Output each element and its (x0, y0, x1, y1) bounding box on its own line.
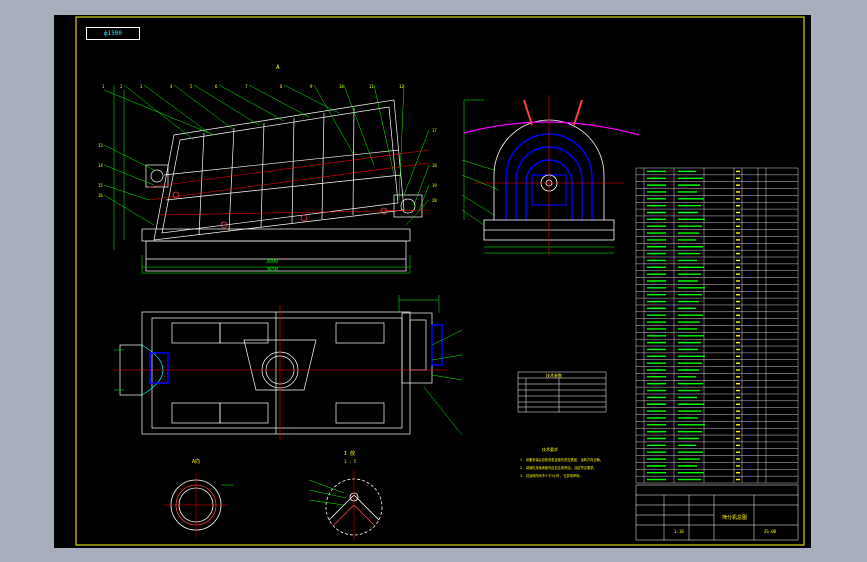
plan-centerlines (114, 305, 449, 440)
view-label-a: A (276, 64, 280, 71)
parts-list (635, 167, 799, 484)
svg-text:16: 16 (98, 193, 103, 198)
svg-text:18: 18 (432, 163, 437, 168)
spring-marks (172, 191, 388, 229)
main-centerlines (148, 149, 430, 216)
main-dimensions (103, 84, 430, 274)
tech-req-line-2: 2. 减速机及轴承座内应加注润滑油, 油位符合要求。 (520, 465, 597, 470)
drawing-sheet: ф1500 A 3650 3000 1 2 3 4 5 6 7 8 9 10 1… (54, 15, 811, 548)
svg-text:9: 9 (310, 84, 313, 89)
svg-text:19: 19 (432, 183, 437, 188)
parameter-table: 技术参数 (517, 371, 607, 413)
svg-text:17: 17 (432, 128, 437, 133)
param-table-title: 技术参数 (546, 372, 562, 378)
callout-labels: 123 456 789 10 11 12 131415 161718 1920 (98, 84, 437, 203)
detail-b: I 放 1 : 5 (308, 450, 383, 540)
svg-text:15: 15 (98, 183, 103, 188)
svg-text:5: 5 (190, 84, 193, 89)
dim-bottom-sub: 3000 (266, 259, 278, 265)
detail-a: A向 (164, 458, 234, 537)
svg-text:3: 3 (140, 84, 143, 89)
svg-text:14: 14 (98, 163, 103, 168)
svg-text:4: 4 (170, 84, 173, 89)
title-block-code: ZS-00 (764, 529, 777, 534)
plan-view (119, 311, 433, 435)
plan-blue-parts (149, 324, 443, 384)
svg-text:13: 13 (98, 143, 103, 148)
tech-req-line-1: 1. 设备安装后应检查各连接件是否紧固, 运转方向正确。 (520, 457, 603, 462)
svg-text:12: 12 (399, 84, 404, 89)
svg-text:2: 2 (120, 84, 123, 89)
dim-bottom: 3650 (266, 267, 278, 273)
main-dimension-numbers: 3650 3000 (266, 259, 278, 273)
svg-text:1: 1 (102, 84, 105, 89)
title-block-name: 筛分机总图 (722, 514, 747, 521)
svg-text:6: 6 (215, 84, 218, 89)
tech-requirements: 技术要求 1. 设备安装后应检查各连接件是否紧固, 运转方向正确。 2. 减速机… (520, 446, 603, 478)
side-section-view (463, 99, 640, 241)
svg-text:11: 11 (369, 84, 374, 89)
svg-text:7: 7 (245, 84, 248, 89)
svg-text:20: 20 (432, 198, 437, 203)
section-b-label: I 放 (344, 450, 355, 457)
main-elevation-view: A (141, 64, 423, 272)
tech-req-title: 技术要求 (542, 446, 558, 452)
section-b-scale: 1 : 5 (344, 459, 357, 464)
title-block-scale: 1:10 (674, 529, 684, 534)
title-block: 筛分机总图 ZS-00 1:10 (635, 484, 799, 541)
section-a-label: A向 (192, 458, 200, 465)
cad-drawing: A 3650 3000 1 2 3 4 5 6 7 8 9 10 11 12 1… (75, 16, 805, 546)
svg-text:8: 8 (280, 84, 283, 89)
side-centerlines (474, 95, 624, 255)
svg-text:10: 10 (339, 84, 344, 89)
drawing-tag: ф1500 (86, 27, 140, 40)
tech-req-line-3: 3. 试运转时间不少于2小时, 无异常声响。 (520, 473, 583, 478)
